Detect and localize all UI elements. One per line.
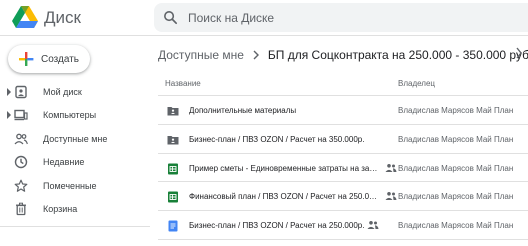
table-row[interactable]: Финансовый план / ПВЗ OZON / Расчет на 2…	[158, 182, 528, 212]
sidebar-item-shared-with-me[interactable]: Доступные мне	[0, 127, 150, 151]
breadcrumb-item-shared-with-me[interactable]: Доступные мне	[158, 48, 244, 62]
column-header-owner[interactable]: Владелец	[398, 79, 435, 88]
caret-right-icon[interactable]	[6, 87, 12, 96]
file-owner: Владислав Марясов Май План	[398, 163, 514, 173]
computers-icon	[14, 110, 28, 121]
sidebar-item-label: Компьютеры	[43, 110, 97, 121]
table-row[interactable]: Дополнительные материалы Владислав Маряс…	[158, 96, 528, 125]
sidebar-item-label: Мой диск	[43, 86, 82, 97]
breadcrumb-current-folder[interactable]: БП для Соцконтракта на 250.000 - 350.000…	[268, 48, 528, 62]
file-name: Бизнес-план / ПВЗ OZON / Расчет на 350.0…	[189, 134, 365, 144]
sidebar-divider	[0, 226, 150, 232]
file-name: Дополнительные материалы	[189, 106, 297, 115]
clock-icon	[14, 156, 28, 169]
shared-people-icon	[367, 221, 379, 230]
sidebar-item-label: Недавние	[43, 157, 85, 168]
sidebar-item-label: Доступные мне	[43, 133, 108, 144]
file-list: Дополнительные материалы Владислав Маряс…	[158, 96, 528, 240]
create-label: Создать	[41, 53, 80, 65]
app-title[interactable]: Диск	[44, 8, 81, 28]
column-header-name[interactable]: Название	[165, 79, 201, 88]
trash-icon	[16, 202, 26, 216]
search-input[interactable]	[188, 3, 508, 32]
sidebar-item-trash[interactable]: Корзина	[0, 198, 150, 222]
file-name: Финансовый план / ПВЗ OZON / Расчет на 2…	[189, 192, 379, 202]
file-owner: Владислав Марясов Май План	[398, 106, 514, 115]
sidebar-nav: Мой диск Компьютеры Доступные мне Недавн…	[0, 80, 150, 232]
table-row[interactable]: Бизнес-план / ПВЗ OZON / Расчет на 350.0…	[158, 125, 528, 154]
shared-folder-icon	[167, 135, 179, 145]
top-bar: Диск	[0, 0, 528, 36]
star-icon	[14, 179, 28, 192]
sidebar-item-recent[interactable]: Недавние	[0, 151, 150, 175]
file-name: Пример сметы - Единовременные затраты на…	[189, 163, 379, 173]
chevron-right-icon	[516, 47, 522, 59]
file-owner: Владислав Марясов Май План	[398, 221, 514, 231]
breadcrumb: Доступные мне БП для Соцконтракта на 250…	[158, 44, 528, 66]
sidebar-item-my-drive[interactable]: Мой диск	[0, 80, 150, 104]
sidebar-item-label: Корзина	[43, 204, 78, 215]
file-owner: Владислав Марясов Май План	[398, 192, 514, 202]
caret-right-icon[interactable]	[6, 111, 12, 120]
sidebar-item-computers[interactable]: Компьютеры	[0, 104, 150, 128]
file-owner: Владислав Марясов Май План	[398, 134, 514, 144]
plus-icon	[19, 52, 34, 66]
shared-people-icon	[385, 163, 397, 172]
table-row[interactable]: Бизнес-план / ПВЗ OZON / Расчет на 250.0…	[158, 211, 528, 240]
chevron-right-icon	[253, 50, 259, 60]
table-row[interactable]: Пример сметы - Единовременные затраты на…	[158, 154, 528, 183]
sidebar-item-label: Помеченные	[43, 180, 97, 191]
shared-with-me-icon	[14, 133, 28, 145]
my-drive-icon	[15, 85, 27, 98]
google-drive-logo-icon[interactable]	[12, 6, 38, 29]
shared-folder-icon	[167, 107, 179, 116]
file-list-header: Название Владелец	[158, 70, 528, 96]
sidebar-item-starred[interactable]: Помеченные	[0, 174, 150, 198]
create-button[interactable]: Создать	[8, 45, 90, 73]
file-name: Бизнес-план / ПВЗ OZON / Расчет на 250.0…	[189, 221, 365, 231]
shared-people-icon	[385, 192, 397, 201]
search-bar[interactable]	[154, 3, 528, 32]
search-icon[interactable]	[162, 9, 179, 26]
google-sheets-icon	[168, 191, 178, 203]
google-docs-icon	[168, 220, 178, 232]
google-sheets-icon	[168, 163, 178, 175]
